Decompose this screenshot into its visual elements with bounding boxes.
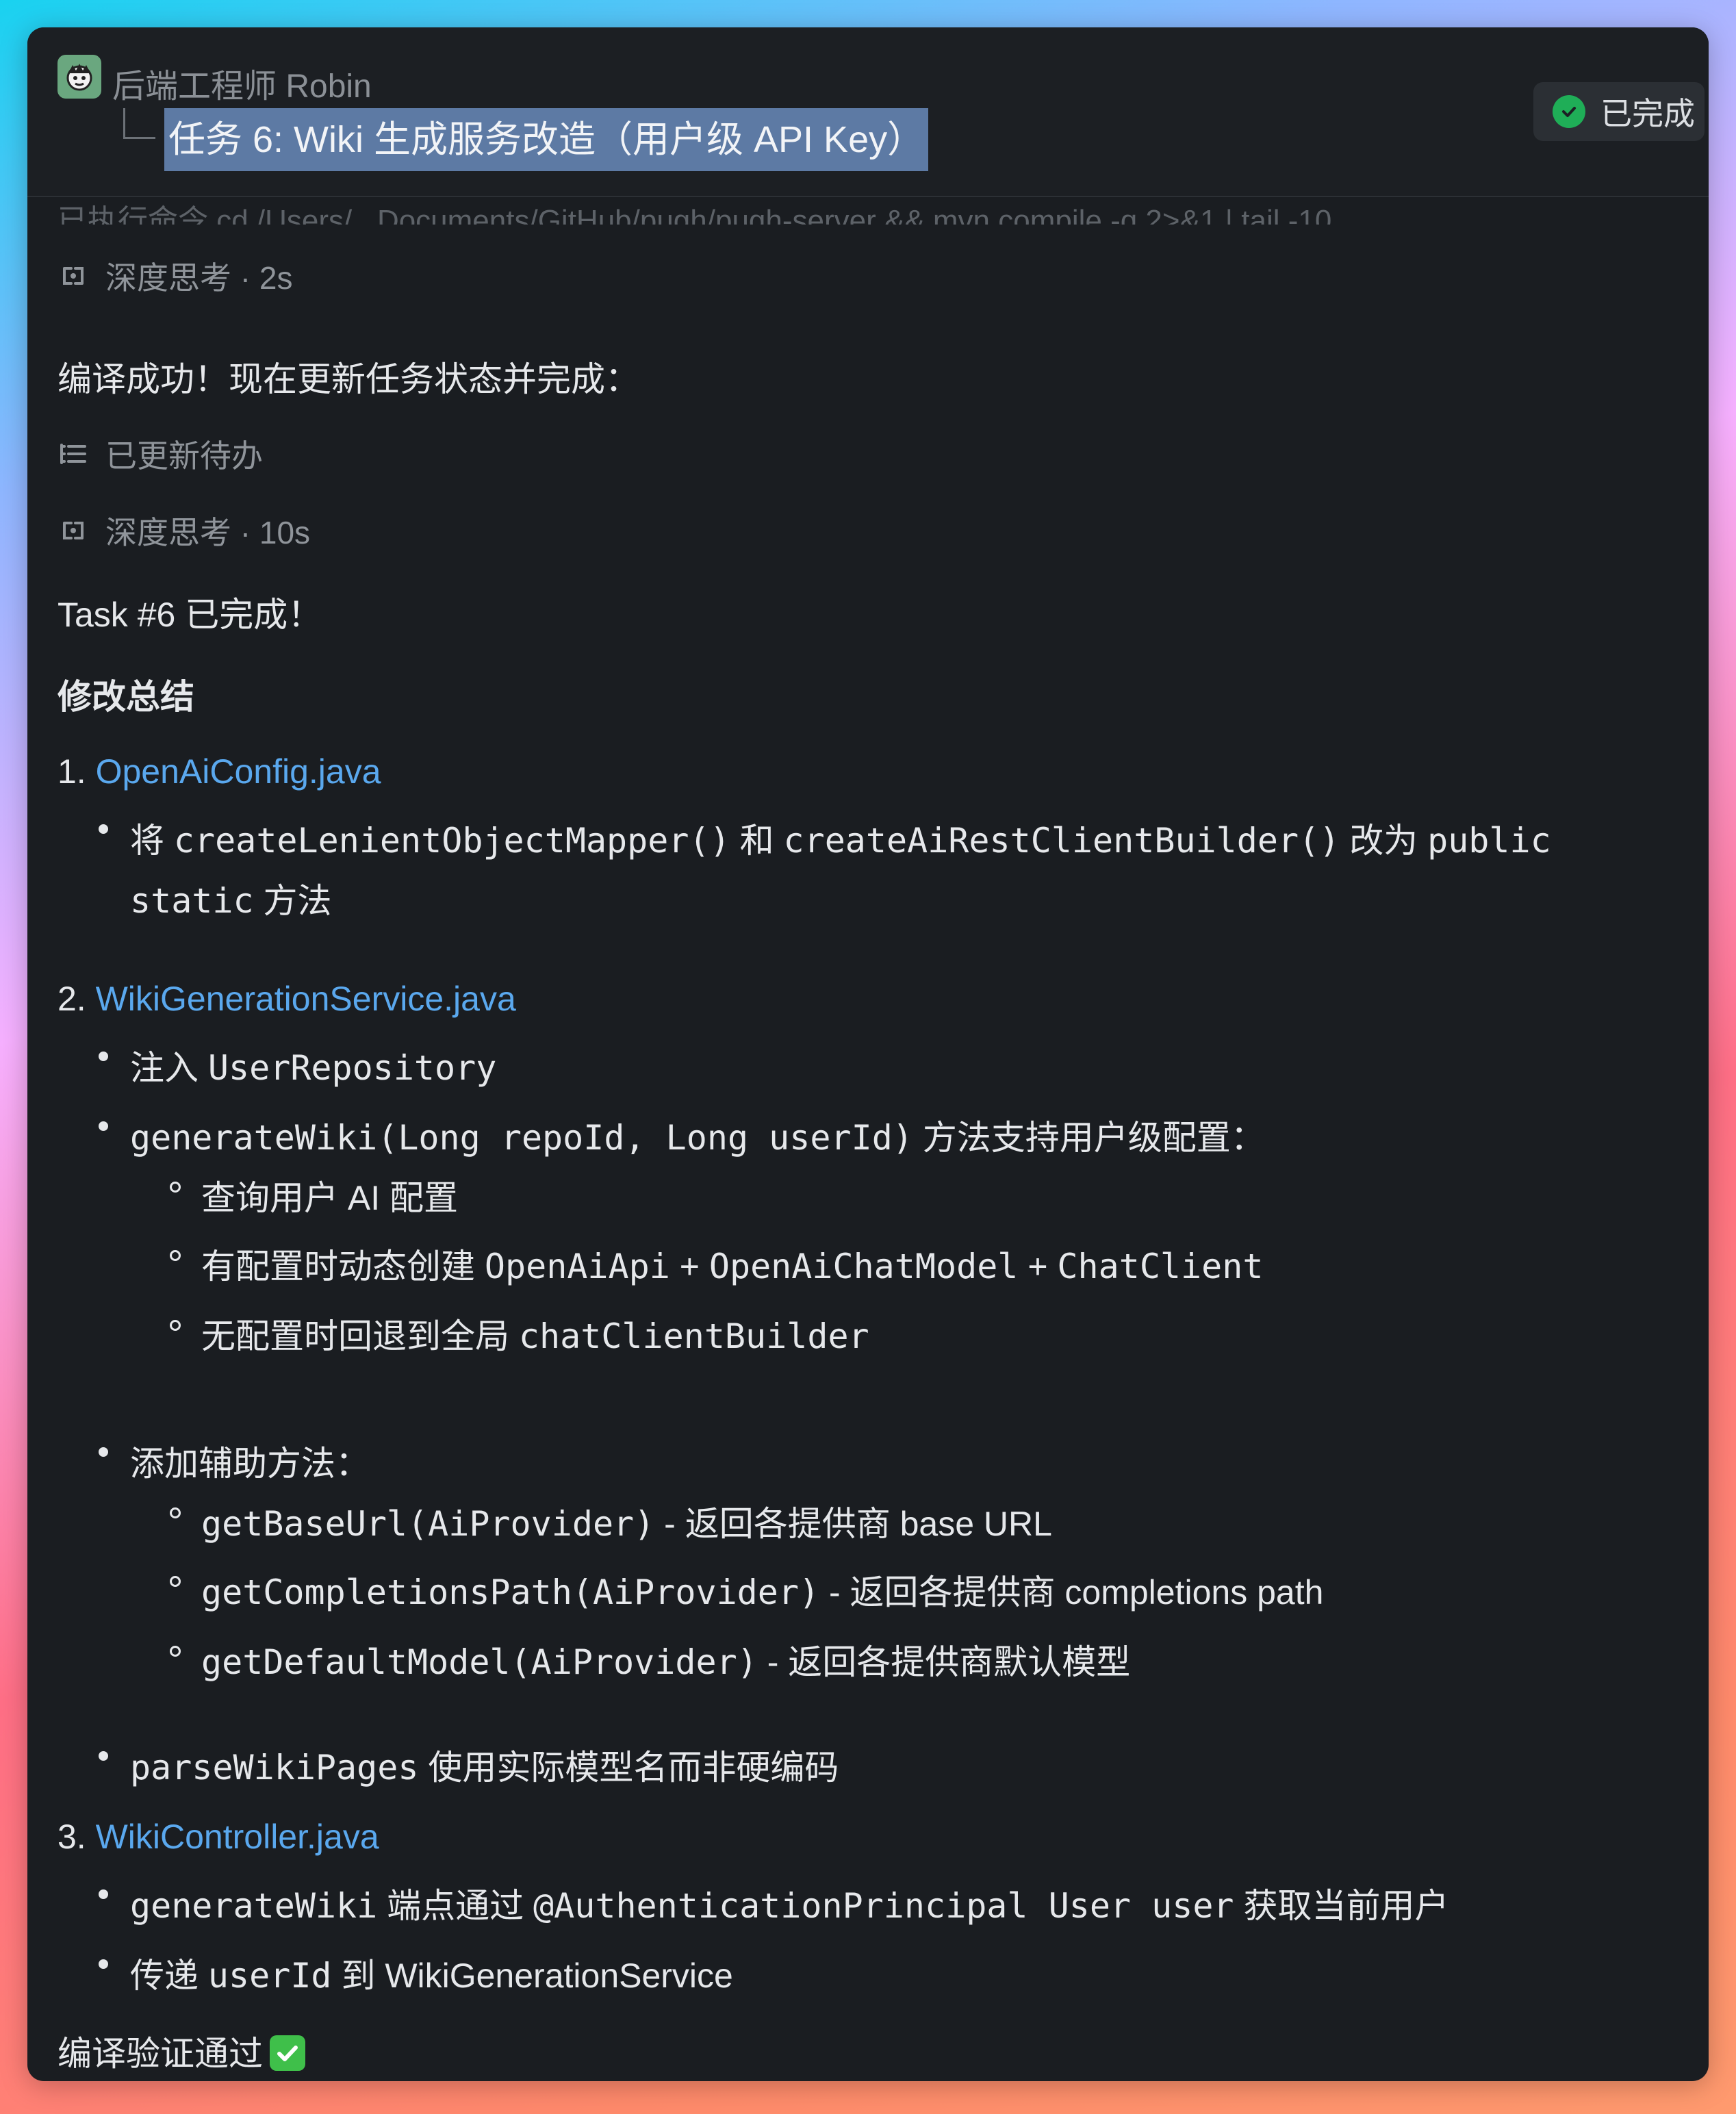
item-text: + <box>679 1247 700 1286</box>
list-item: 注入 UserRepository <box>130 1041 496 1090</box>
item-text: 无配置时回退到全局 <box>201 1317 509 1355</box>
thinking-label: 深度思考 · 10s <box>105 515 311 550</box>
bullet-dot <box>99 1751 108 1761</box>
section-number: 3. <box>58 1818 86 1856</box>
list-item: 传递 userId 到 WikiGenerationService <box>130 1948 733 1998</box>
sub-bullet-circle <box>170 1507 181 1518</box>
list-item: 将 createLenientObjectMapper() 和 createAi… <box>130 813 1551 863</box>
inline-code: getBaseUrl(AiProvider) <box>201 1504 655 1544</box>
sub-bullet-circle <box>170 1576 181 1587</box>
check-mark-icon <box>270 2035 305 2071</box>
status-label: 已完成 <box>1600 96 1695 131</box>
inline-code: parseWikiPages <box>130 1748 419 1787</box>
item-text: + <box>1027 1247 1048 1286</box>
inline-code: generateWiki <box>130 1886 378 1926</box>
item-text: 注入 <box>130 1049 199 1087</box>
compile-success-text: 编译成功！现在更新任务状态并完成： <box>58 360 639 398</box>
thinking-label: 深度思考 · 2s <box>105 260 293 296</box>
sub-list-item: 有配置时动态创建 OpenAiApi + OpenAiChatModel + C… <box>201 1239 1263 1288</box>
deep-thinking-row-2[interactable]: 深度思考 · 10s <box>58 508 310 553</box>
sub-list-item: 查询用户 AI 配置 <box>201 1179 459 1217</box>
bullet-dot <box>99 1447 108 1457</box>
section-number: 1. <box>58 752 86 791</box>
inline-code: createLenientObjectMapper() <box>173 821 730 861</box>
inline-code: ChatClient <box>1057 1247 1264 1286</box>
item-text: 有配置时动态创建 <box>201 1247 475 1286</box>
item-text: - 返回各提供商 completions path <box>828 1573 1324 1612</box>
sub-list-item: getBaseUrl(AiProvider) - 返回各提供商 base URL <box>201 1497 1052 1546</box>
sub-bullet-circle <box>170 1182 181 1193</box>
tree-connector <box>123 108 155 139</box>
deep-thinking-row-1[interactable]: 深度思考 · 2s <box>58 253 292 298</box>
list-icon <box>60 444 86 464</box>
file-link-wikigenerationservice[interactable]: WikiGenerationService.java <box>96 980 516 1018</box>
bullet-dot <box>99 1052 108 1061</box>
agent-name: 后端工程师 Robin <box>112 68 372 105</box>
inline-code: getCompletionsPath(AiProvider) <box>201 1572 820 1612</box>
inline-code: static <box>130 881 254 921</box>
status-badge: 已完成 <box>1533 82 1705 141</box>
file-link-openaiconfig[interactable]: OpenAiConfig.java <box>96 752 381 791</box>
section-number: 2. <box>58 980 86 1018</box>
item-text: 到 WikiGenerationService <box>341 1957 733 1995</box>
list-item-continuation: static 方法 <box>130 874 332 923</box>
agent-avatar <box>58 55 101 99</box>
task-done-text: Task #6 已完成！ <box>58 596 322 634</box>
inline-code: UserRepository <box>207 1048 497 1088</box>
bullet-dot <box>99 1121 108 1131</box>
inline-code: @AuthenticationPrincipal User user <box>533 1886 1234 1926</box>
sub-bullet-circle <box>170 1646 181 1657</box>
list-item: parseWikiPages 使用实际模型名而非硬编码 <box>130 1740 839 1790</box>
sub-list-item: 无配置时回退到全局 chatClientBuilder <box>201 1309 869 1358</box>
bullet-dot <box>99 824 108 834</box>
inline-code: OpenAiChatModel <box>709 1247 1019 1286</box>
footer-text: 编译验证通过 <box>58 2035 263 2073</box>
section-2-heading: 2. WikiGenerationService.java <box>58 979 516 1019</box>
item-text: 改为 <box>1349 822 1418 860</box>
message-content: 已执行命令 cd /Users/...Documents/GitHub/pugh… <box>27 27 1709 2081</box>
item-text: 将 <box>130 822 164 860</box>
todo-updated-row[interactable]: 已更新待办 <box>58 431 263 476</box>
list-item: generateWiki(Long repoId, Long userId) 方… <box>130 1110 1265 1160</box>
bullet-dot <box>99 1889 108 1899</box>
sub-list-item: getCompletionsPath(AiProvider) - 返回各提供商 … <box>201 1565 1323 1614</box>
task-title[interactable]: 任务 6: Wiki 生成服务改造（用户级 API Key） <box>164 108 929 171</box>
todo-updated-label: 已更新待办 <box>105 438 263 474</box>
inline-code: chatClientBuilder <box>518 1316 869 1356</box>
sub-bullet-circle <box>170 1320 181 1331</box>
robot-face-icon <box>66 64 92 91</box>
summary-heading: 修改总结 <box>58 678 194 716</box>
task-header: 后端工程师 Robin 任务 6: Wiki 生成服务改造（用户级 API Ke… <box>27 27 1709 197</box>
compile-verified-text: 编译验证通过 <box>58 2026 305 2076</box>
check-circle-icon <box>1553 95 1585 128</box>
sub-bullet-circle <box>170 1250 181 1261</box>
item-text: 方法 <box>263 882 332 920</box>
inline-code: public <box>1427 821 1551 861</box>
item-text: 获取当前用户 <box>1243 1887 1449 1925</box>
inline-code: getDefaultModel(AiProvider) <box>201 1642 758 1682</box>
section-3-heading: 3. WikiController.java <box>58 1817 379 1857</box>
list-item: 添加辅助方法： <box>130 1444 370 1483</box>
inline-code: userId <box>207 1956 332 1996</box>
item-text: 使用实际模型名而非硬编码 <box>428 1748 839 1787</box>
item-text: - 返回各提供商默认模型 <box>767 1643 1131 1681</box>
sub-list-item: getDefaultModel(AiProvider) - 返回各提供商默认模型 <box>201 1635 1130 1684</box>
item-text: 方法支持用户级配置： <box>922 1119 1265 1157</box>
chat-window: 已执行命令 cd /Users/...Documents/GitHub/pugh… <box>27 27 1709 2081</box>
section-1-heading: 1. OpenAiConfig.java <box>58 752 381 791</box>
bullet-dot <box>99 1959 108 1969</box>
item-text: 端点通过 <box>387 1887 524 1925</box>
thinking-icon <box>63 267 84 285</box>
inline-code: generateWiki(Long repoId, Long userId) <box>130 1118 913 1158</box>
inline-code: createAiRestClientBuilder() <box>783 821 1340 861</box>
inline-code: OpenAiApi <box>484 1247 670 1286</box>
list-item: generateWiki 端点通过 @AuthenticationPrincip… <box>130 1879 1448 1928</box>
item-text: - 返回各提供商 base URL <box>664 1505 1052 1543</box>
thinking-icon <box>63 522 84 539</box>
file-link-wikicontroller[interactable]: WikiController.java <box>96 1818 379 1856</box>
item-text: 和 <box>739 822 774 860</box>
executed-command-row: 已执行命令 cd /Users/...Documents/GitHub/pugh… <box>58 204 1332 225</box>
item-text: 传递 <box>130 1957 199 1995</box>
